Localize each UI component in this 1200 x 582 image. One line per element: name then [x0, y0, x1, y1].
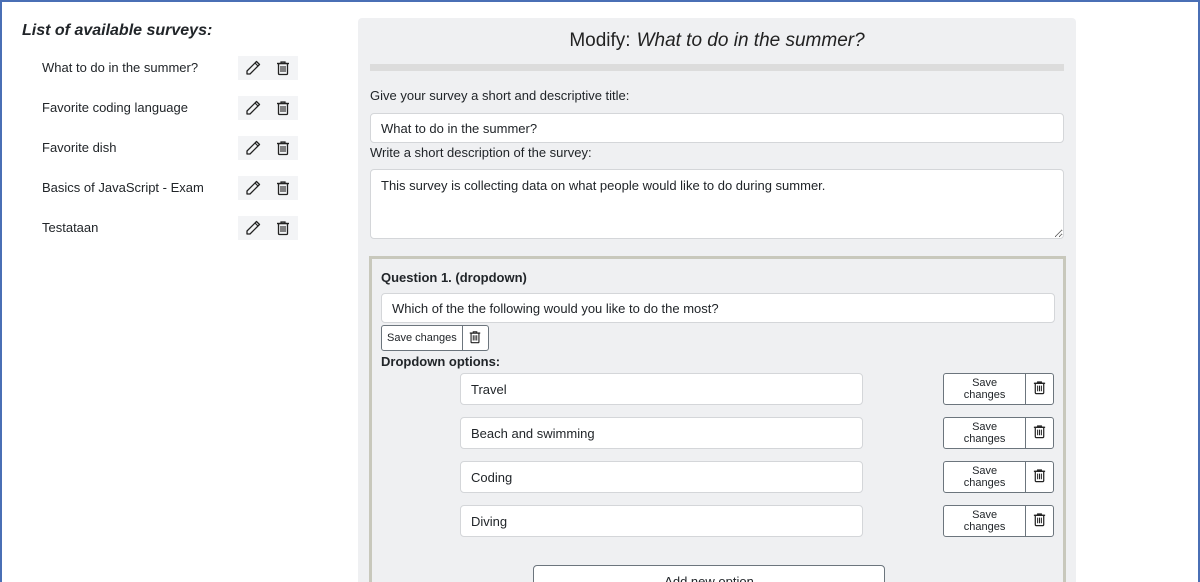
trash-icon[interactable]: [274, 59, 292, 77]
add-option-button[interactable]: Add new option: [533, 565, 885, 582]
dropdown-option-input[interactable]: [460, 417, 863, 449]
survey-actions: [238, 136, 298, 160]
option-actions: Save changes: [943, 417, 1054, 449]
trash-icon[interactable]: [274, 179, 292, 197]
dropdown-options-heading: Dropdown options:: [381, 354, 501, 369]
trash-icon: [1032, 512, 1047, 530]
dropdown-option-row: Save changes: [381, 417, 1054, 461]
trash-icon: [1032, 380, 1047, 398]
save-option-button[interactable]: Save changes: [944, 418, 1025, 448]
trash-icon[interactable]: [274, 219, 292, 237]
survey-name: Favorite coding language: [42, 100, 188, 115]
pencil-icon[interactable]: [244, 99, 262, 117]
survey-actions: [238, 216, 298, 240]
trash-icon: [468, 330, 482, 347]
survey-item: Favorite coding language: [22, 88, 312, 128]
dropdown-option-input[interactable]: [460, 373, 863, 405]
delete-option-button[interactable]: [1025, 462, 1053, 492]
pencil-icon[interactable]: [244, 59, 262, 77]
survey-name: Favorite dish: [42, 140, 117, 155]
option-actions: Save changes: [943, 461, 1054, 493]
survey-editor-panel: Modify: What to do in the summer? Give y…: [358, 18, 1076, 582]
delete-option-button[interactable]: [1025, 374, 1053, 404]
survey-actions: [238, 56, 298, 80]
question-card: Question 1. (dropdown) Save changes Drop…: [369, 256, 1066, 582]
survey-actions: [238, 176, 298, 200]
survey-list: List of available surveys: What to do in…: [22, 20, 312, 248]
trash-icon[interactable]: [274, 99, 292, 117]
pencil-icon[interactable]: [244, 179, 262, 197]
option-actions: Save changes: [943, 505, 1054, 537]
trash-icon: [1032, 424, 1047, 442]
question-actions: Save changes: [381, 325, 489, 351]
delete-question-button[interactable]: [461, 326, 488, 350]
dropdown-options-list: Save changes Save changes: [381, 373, 1054, 549]
survey-item: What to do in the summer?: [22, 48, 312, 88]
dropdown-option-input[interactable]: [460, 505, 863, 537]
title-field-label: Give your survey a short and descriptive…: [370, 88, 630, 103]
dropdown-option-row: Save changes: [381, 505, 1054, 549]
delete-option-button[interactable]: [1025, 418, 1053, 448]
dropdown-option-row: Save changes: [381, 461, 1054, 505]
trash-icon[interactable]: [274, 139, 292, 157]
option-actions: Save changes: [943, 373, 1054, 405]
survey-title-input[interactable]: [370, 113, 1064, 143]
app-frame: List of available surveys: What to do in…: [0, 0, 1200, 582]
survey-name: What to do in the summer?: [42, 60, 199, 75]
description-field-label: Write a short description of the survey:: [370, 145, 592, 160]
dropdown-option-input[interactable]: [460, 461, 863, 493]
save-option-button[interactable]: Save changes: [944, 462, 1025, 492]
page-title-survey-name: What to do in the summer?: [636, 30, 865, 51]
page-title-prefix: Modify:: [569, 30, 631, 51]
question-text-input[interactable]: [381, 293, 1055, 323]
survey-list-title: List of available surveys:: [22, 22, 213, 39]
page-title: Modify: What to do in the summer?: [358, 18, 1076, 64]
trash-icon: [1032, 468, 1047, 486]
header-divider: [370, 64, 1064, 71]
survey-description-textarea[interactable]: This survey is collecting data on what p…: [370, 169, 1064, 239]
pencil-icon[interactable]: [244, 219, 262, 237]
question-heading: Question 1. (dropdown): [381, 270, 527, 285]
save-option-button[interactable]: Save changes: [944, 506, 1025, 536]
dropdown-option-row: Save changes: [381, 373, 1054, 417]
delete-option-button[interactable]: [1025, 506, 1053, 536]
save-question-button[interactable]: Save changes: [382, 326, 462, 350]
save-option-button[interactable]: Save changes: [944, 374, 1025, 404]
survey-name: Testataan: [42, 220, 99, 235]
survey-name: Basics of JavaScript - Exam: [42, 180, 204, 195]
survey-item: Favorite dish: [22, 128, 312, 168]
pencil-icon[interactable]: [244, 139, 262, 157]
survey-item: Basics of JavaScript - Exam: [22, 168, 312, 208]
survey-actions: [238, 96, 298, 120]
survey-item: Testataan: [22, 208, 312, 248]
